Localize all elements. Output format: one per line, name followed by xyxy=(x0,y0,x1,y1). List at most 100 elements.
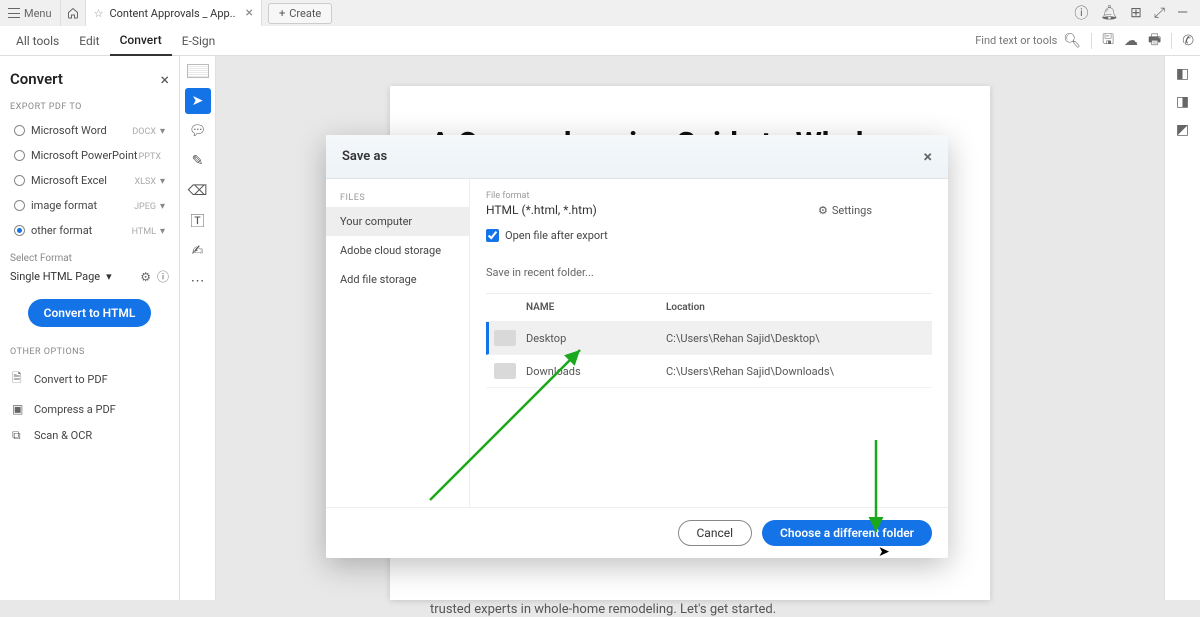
info-icon[interactable]: ⓘ xyxy=(157,268,169,285)
dialog-main: File format HTML (*.html, *.htm) ⚙Settin… xyxy=(470,179,948,507)
export-option-excel[interactable]: Microsoft Excel XLSX▾ xyxy=(10,168,169,193)
toolbar-divider xyxy=(1091,33,1092,49)
recent-folders-table: NAME Location Desktop C:\Users\Rehan Saj… xyxy=(486,293,932,388)
table-header: NAME Location xyxy=(486,294,932,322)
eraser-tool[interactable]: ⌫ xyxy=(185,178,211,204)
print-icon[interactable]: 🖶 xyxy=(1148,29,1161,53)
home-button[interactable] xyxy=(60,0,86,26)
panel-shortcut-icon[interactable]: ◧ xyxy=(1176,66,1189,82)
open-after-checkbox[interactable] xyxy=(486,229,499,242)
cloud-icon[interactable]: ☁︎ xyxy=(1124,33,1138,49)
menu-label: Menu xyxy=(24,7,52,20)
esign-tab[interactable]: E-Sign xyxy=(172,26,226,56)
format-badge: JPEG xyxy=(134,202,156,212)
chevron-down-icon: ▾ xyxy=(160,176,165,187)
folder-location: C:\Users\Rehan Sajid\Downloads\ xyxy=(666,365,834,378)
export-option-image[interactable]: image format JPEG▾ xyxy=(10,193,169,218)
titlebar-right-icons: ⓘ 🔔︎ ⊞ ⤢ — xyxy=(1074,3,1200,23)
format-badge: DOCX xyxy=(132,127,156,137)
close-tab-icon[interactable]: × xyxy=(245,5,252,21)
file-format-value[interactable]: HTML (*.html, *.htm) xyxy=(486,203,597,217)
folder-icon xyxy=(494,330,516,346)
folder-name: Desktop xyxy=(526,332,666,345)
tool-rail: ➤ 💬︎ ✎ ⌫ 🅃 ✍︎ ⋯ xyxy=(180,56,216,600)
expand-icon[interactable]: ⤢ xyxy=(1154,5,1165,21)
folder-location: C:\Users\Rehan Sajid\Desktop\ xyxy=(666,332,820,345)
settings-link[interactable]: ⚙Settings xyxy=(818,204,932,217)
radio-icon-selected xyxy=(14,225,25,236)
bell-icon[interactable]: 🔔︎ xyxy=(1100,5,1118,21)
scan-ocr-item[interactable]: ⧉Scan & OCR xyxy=(10,422,169,449)
help-icon[interactable]: ⓘ xyxy=(1074,3,1088,23)
panel-shortcut-icon[interactable]: ◩ xyxy=(1176,122,1189,138)
select-format-value[interactable]: Single HTML Page xyxy=(10,270,100,283)
apps-icon[interactable]: ⊞ xyxy=(1130,5,1142,21)
document-body-tail: trusted experts in whole-home remodeling… xyxy=(430,602,950,617)
folder-row-desktop[interactable]: Desktop C:\Users\Rehan Sajid\Desktop\ xyxy=(486,322,932,355)
convert-to-pdf-item[interactable]: 🗎Convert to PDF xyxy=(10,363,169,396)
search-icon: 🔍︎ xyxy=(1063,33,1081,49)
other-options-label: OTHER OPTIONS xyxy=(10,347,169,357)
files-label: FILES xyxy=(326,189,469,207)
select-format-section: Select Format Single HTML Page ▾ ⚙ ⓘ xyxy=(10,253,169,285)
dialog-sidebar: FILES Your computer Adobe cloud storage … xyxy=(326,179,470,507)
signature-tool[interactable]: ✍︎ xyxy=(185,238,211,264)
format-badge: HTML xyxy=(132,227,156,237)
format-badge: XLSX xyxy=(134,177,155,187)
sidebar-item-adobe-cloud[interactable]: Adobe cloud storage xyxy=(326,236,469,265)
create-label: Create xyxy=(289,7,321,20)
convert-to-html-button[interactable]: Convert to HTML xyxy=(28,299,152,327)
choose-folder-button[interactable]: Choose a different folder xyxy=(762,520,932,546)
menu-button[interactable]: Menu xyxy=(0,7,60,20)
export-option-label: Microsoft PowerPoint xyxy=(31,149,138,162)
sidebar-item-your-computer[interactable]: Your computer xyxy=(326,207,469,236)
export-option-word[interactable]: Microsoft Word DOCX▾ xyxy=(10,118,169,143)
export-option-powerpoint[interactable]: Microsoft PowerPoint PPTX xyxy=(10,143,169,168)
save-icon[interactable]: 🖫 xyxy=(1102,29,1114,53)
page-thumb[interactable] xyxy=(187,64,209,78)
radio-icon xyxy=(14,150,25,161)
select-format-label: Select Format xyxy=(10,253,169,264)
close-panel-icon[interactable]: × xyxy=(160,70,169,89)
select-tool[interactable]: ➤ xyxy=(185,88,211,114)
folder-icon xyxy=(494,363,516,379)
more-tools[interactable]: ⋯ xyxy=(185,268,211,294)
toolbar-divider-2 xyxy=(1171,33,1172,49)
edit-tab[interactable]: Edit xyxy=(69,26,109,56)
tab-title: Content Approvals _ App.. xyxy=(109,7,235,20)
compress-pdf-item[interactable]: ▣Compress a PDF xyxy=(10,396,169,422)
search-area[interactable]: Find text or tools 🔍︎ xyxy=(975,33,1081,49)
export-option-other[interactable]: other format HTML▾ xyxy=(10,218,169,243)
panel-shortcut-icon[interactable]: ◨ xyxy=(1176,94,1189,110)
gear-icon[interactable]: ⚙ xyxy=(140,270,151,284)
folder-name: Downloads xyxy=(526,365,666,378)
open-after-checkbox-row[interactable]: Open file after export xyxy=(486,229,932,242)
radio-icon xyxy=(14,175,25,186)
gear-icon: ⚙ xyxy=(818,204,828,217)
file-format-label: File format xyxy=(486,191,932,201)
scan-icon: ⧉ xyxy=(12,428,26,443)
convert-tab[interactable]: Convert xyxy=(110,26,172,56)
search-placeholder: Find text or tools xyxy=(975,34,1057,47)
convert-panel: Convert × EXPORT PDF TO Microsoft Word D… xyxy=(0,56,180,600)
sidebar-item-add-storage[interactable]: Add file storage xyxy=(326,265,469,294)
chevron-down-icon: ▾ xyxy=(160,226,165,237)
folder-row-downloads[interactable]: Downloads C:\Users\Rehan Sajid\Downloads… xyxy=(486,355,932,388)
export-option-label: image format xyxy=(31,199,97,212)
cancel-button[interactable]: Cancel xyxy=(678,520,753,546)
pen-tool[interactable]: ✎ xyxy=(185,148,211,174)
chevron-down-icon[interactable]: ▾ xyxy=(106,270,112,283)
comment-tool[interactable]: 💬︎ xyxy=(185,118,211,144)
share-icon[interactable]: ✆ xyxy=(1182,33,1194,49)
all-tools-tab[interactable]: All tools xyxy=(6,26,69,56)
create-button[interactable]: + Create xyxy=(268,3,332,24)
text-tool[interactable]: 🅃 xyxy=(185,208,211,234)
close-dialog-icon[interactable]: × xyxy=(924,147,933,166)
compress-icon: ▣ xyxy=(12,402,26,416)
chevron-down-icon: ▾ xyxy=(160,126,165,137)
convert-pdf-icon: 🗎 xyxy=(12,369,26,390)
document-tab[interactable]: ☆ Content Approvals _ App.. × xyxy=(86,0,262,26)
dialog-header: Save as × xyxy=(326,135,948,179)
minimize-button[interactable]: — xyxy=(1177,5,1188,21)
hamburger-icon xyxy=(8,8,20,18)
